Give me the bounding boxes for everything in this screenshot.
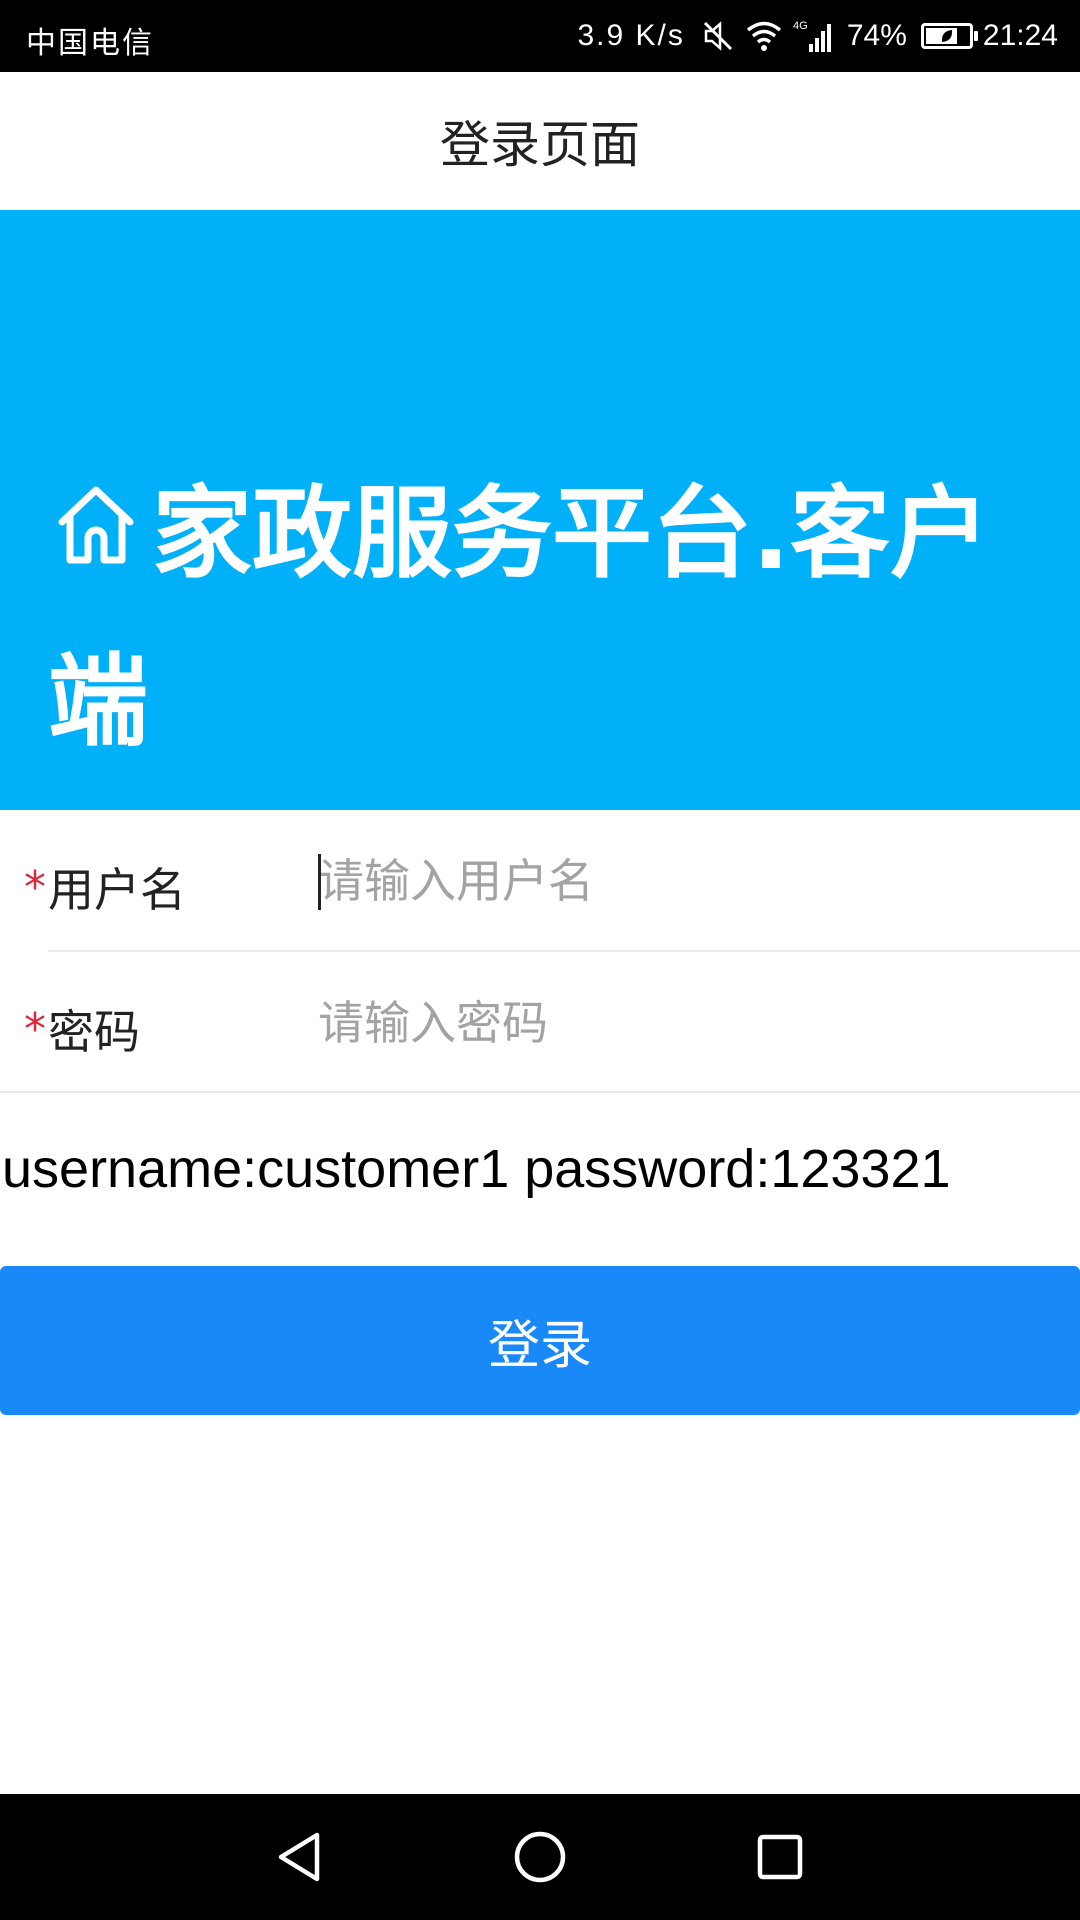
- battery-icon: [920, 23, 978, 49]
- home-icon: [48, 476, 144, 572]
- text-cursor: [318, 854, 321, 910]
- wifi-icon: [745, 19, 783, 53]
- clock: 21:24: [982, 19, 1058, 52]
- recent-apps-icon: [757, 1834, 803, 1880]
- home-button[interactable]: [507, 1824, 573, 1890]
- navigation-bar: [0, 1794, 1080, 1920]
- back-icon: [278, 1832, 320, 1882]
- password-row: * 密码: [0, 952, 1080, 1093]
- page-title: 登录页面: [440, 116, 640, 174]
- credentials-hint: username:customer1 password:123321: [2, 1139, 951, 1199]
- signal-icon: 4G: [793, 18, 837, 54]
- battery-percent: 74%: [846, 19, 907, 52]
- back-button[interactable]: [266, 1824, 332, 1890]
- required-mark: *: [24, 862, 46, 913]
- mute-icon: [701, 19, 735, 53]
- status-bar: 中国电信 3.9 K/s 4G 74% 21:24: [0, 0, 1080, 72]
- password-input[interactable]: [318, 988, 1058, 1058]
- brand-heading: 家政服务平台.客户端: [48, 450, 1068, 786]
- network-type-label: 4G: [793, 20, 808, 32]
- form-divider: [0, 1091, 1080, 1093]
- username-row: * 用户名: [0, 810, 1080, 951]
- status-icons: 3.9 K/s 4G 74% 21:24: [577, 14, 1058, 58]
- carrier-name: 中国电信: [26, 27, 154, 60]
- login-button-label: 登录: [487, 1316, 592, 1376]
- title-bar: 登录页面: [0, 72, 1080, 210]
- network-speed: 3.9 K/s: [577, 19, 685, 52]
- leaf-icon: [941, 30, 953, 42]
- username-label: 用户名: [48, 863, 186, 917]
- password-label: 密码: [48, 1005, 140, 1059]
- recent-apps-button[interactable]: [747, 1824, 813, 1890]
- brand-name: 家政服务平台.客户端: [48, 475, 990, 760]
- login-screen: 中国电信 3.9 K/s 4G 74% 21:24 登录页面 家政服务平台.客户…: [0, 0, 1080, 1920]
- username-input[interactable]: [318, 846, 1058, 916]
- login-button[interactable]: 登录: [0, 1266, 1080, 1415]
- required-mark: *: [24, 1004, 46, 1055]
- brand-banner: 家政服务平台.客户端: [0, 210, 1080, 810]
- home-circle-icon: [514, 1831, 566, 1883]
